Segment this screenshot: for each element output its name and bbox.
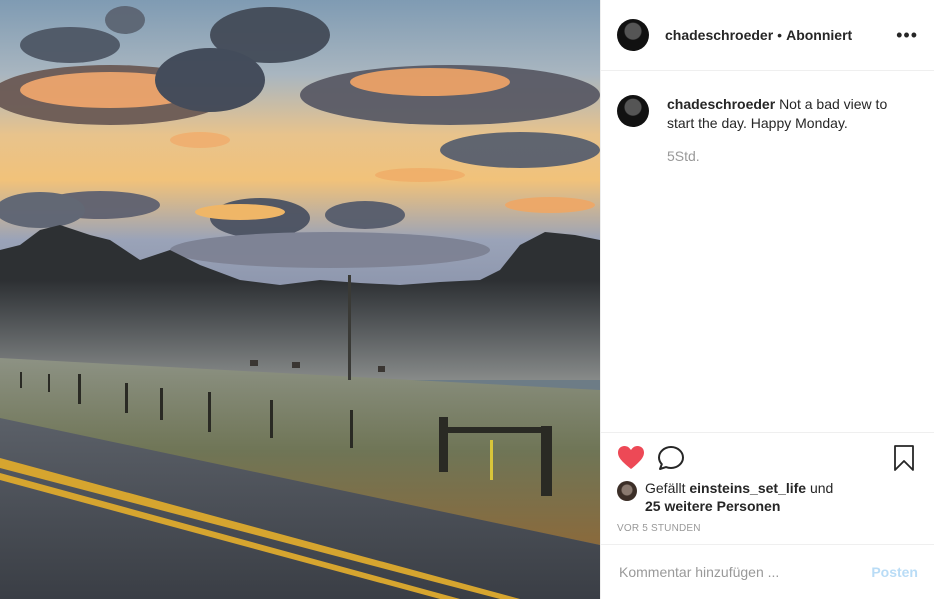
comments-section: chadeschroeder Not a bad view to start t… [601,71,934,407]
comment-input[interactable] [617,563,872,581]
action-icons [617,445,918,471]
post-sidebar: chadeschroeder • Abonniert ••• chadeschr… [600,0,934,599]
likes-text: Gefällt einsteins_set_life und 25 weiter… [645,479,833,515]
post-comment-button[interactable]: Posten [871,564,918,580]
landscape-image [0,0,600,599]
caption-comment: chadeschroeder Not a bad view to start t… [617,95,918,166]
likes-prefix: Gefällt [645,480,686,496]
likes-others-link[interactable]: 25 weitere Personen [645,498,780,514]
post-photo[interactable] [0,0,600,599]
likes-connector: und [809,480,834,496]
actions-section: Gefällt einsteins_set_life und 25 weiter… [601,432,934,544]
caption-time[interactable]: 5Std. [667,147,907,166]
follow-status-button[interactable]: Abonniert [786,27,852,43]
post-header: chadeschroeder • Abonniert ••• [601,0,934,71]
add-comment-bar: Posten [601,544,934,599]
post-viewer: chadeschroeder • Abonniert ••• chadeschr… [0,0,934,599]
more-options-icon[interactable]: ••• [896,26,918,44]
post-timestamp[interactable]: VOR 5 STUNDEN [617,523,918,534]
caption-avatar[interactable] [617,95,649,127]
separator-dot: • [777,27,783,43]
caption-body: chadeschroeder Not a bad view to start t… [667,95,907,166]
caption-username[interactable]: chadeschroeder [667,96,775,112]
heart-icon[interactable] [617,445,645,471]
avatar[interactable] [617,19,649,51]
liker-username[interactable]: einsteins_set_life [689,480,806,496]
likes-summary: Gefällt einsteins_set_life und 25 weiter… [617,479,918,515]
liker-avatar[interactable] [617,481,637,501]
comment-icon[interactable] [657,445,685,471]
bookmark-icon[interactable] [890,445,918,471]
header-username[interactable]: chadeschroeder [665,27,773,43]
